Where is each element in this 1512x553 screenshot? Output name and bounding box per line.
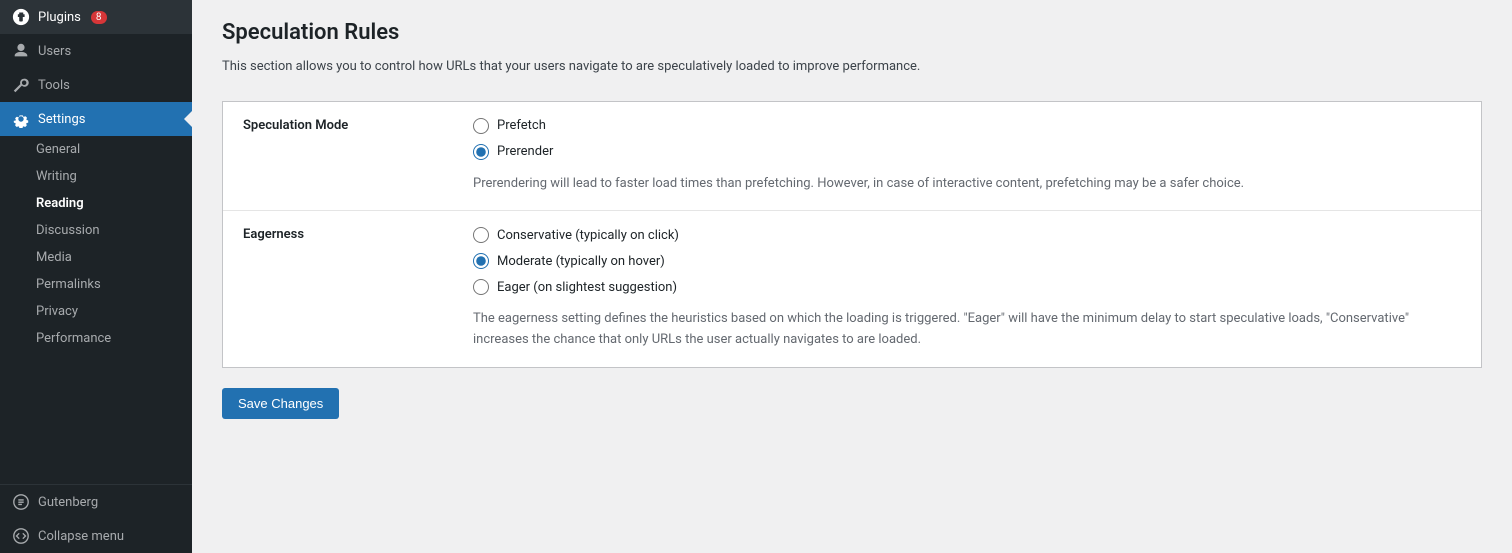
- save-changes-button[interactable]: Save Changes: [222, 388, 339, 419]
- page-title: Speculation Rules: [222, 20, 1482, 45]
- conservative-label: Conservative (typically on click): [497, 228, 679, 243]
- page-description: This section allows you to control how U…: [222, 57, 1482, 77]
- moderate-label: Moderate (typically on hover): [497, 254, 665, 269]
- speculation-mode-section: Speculation Mode Prefetch Prerender Prer…: [223, 102, 1481, 212]
- settings-form: Speculation Mode Prefetch Prerender Prer…: [222, 101, 1482, 368]
- prefetch-label: Prefetch: [497, 118, 546, 133]
- users-icon: [12, 42, 30, 60]
- submenu-item-privacy[interactable]: Privacy: [0, 298, 192, 325]
- eager-radio[interactable]: [473, 279, 489, 295]
- collapse-label: Collapse menu: [38, 529, 124, 544]
- prefetch-radio[interactable]: [473, 118, 489, 134]
- prerender-label: Prerender: [497, 144, 553, 159]
- eager-option[interactable]: Eager (on slightest suggestion): [473, 279, 1461, 295]
- sidebar: Plugins 8 Users Tools Settings General W…: [0, 0, 192, 553]
- eagerness-fields: Conservative (typically on click) Modera…: [473, 227, 1461, 351]
- settings-icon: [12, 110, 30, 128]
- sidebar-bottom: Gutenberg Collapse menu: [0, 484, 192, 553]
- submenu-item-permalinks[interactable]: Permalinks: [0, 271, 192, 298]
- users-label: Users: [38, 44, 71, 59]
- submenu-item-general[interactable]: General: [0, 136, 192, 163]
- sidebar-item-plugins[interactable]: Plugins 8: [0, 0, 192, 34]
- eagerness-help-text: The eagerness setting defines the heuris…: [473, 309, 1461, 351]
- conservative-option[interactable]: Conservative (typically on click): [473, 227, 1461, 243]
- submenu-item-performance[interactable]: Performance: [0, 325, 192, 352]
- plugins-label: Plugins: [38, 10, 81, 25]
- submenu-item-media[interactable]: Media: [0, 244, 192, 271]
- plugins-icon: [12, 8, 30, 26]
- moderate-option[interactable]: Moderate (typically on hover): [473, 253, 1461, 269]
- sidebar-item-tools[interactable]: Tools: [0, 68, 192, 102]
- conservative-radio[interactable]: [473, 227, 489, 243]
- sidebar-item-settings[interactable]: Settings: [0, 102, 192, 136]
- eagerness-section: Eagerness Conservative (typically on cli…: [223, 211, 1481, 367]
- prefetch-option[interactable]: Prefetch: [473, 118, 1461, 134]
- eager-label: Eager (on slightest suggestion): [497, 280, 677, 295]
- main-content: Speculation Rules This section allows yo…: [192, 0, 1512, 553]
- prerender-option[interactable]: Prerender: [473, 144, 1461, 160]
- settings-label: Settings: [38, 112, 85, 127]
- collapse-icon: [12, 527, 30, 545]
- moderate-radio[interactable]: [473, 253, 489, 269]
- plugins-badge: 8: [91, 11, 107, 24]
- gutenberg-label: Gutenberg: [38, 495, 98, 510]
- settings-submenu: General Writing Reading Discussion Media…: [0, 136, 192, 352]
- sidebar-item-gutenberg[interactable]: Gutenberg: [0, 485, 192, 519]
- sidebar-item-users[interactable]: Users: [0, 34, 192, 68]
- submenu-item-writing[interactable]: Writing: [0, 163, 192, 190]
- submenu-item-discussion[interactable]: Discussion: [0, 217, 192, 244]
- gutenberg-icon: [12, 493, 30, 511]
- speculation-mode-fields: Prefetch Prerender Prerendering will lea…: [473, 118, 1461, 195]
- tools-label: Tools: [38, 78, 70, 93]
- tools-icon: [12, 76, 30, 94]
- sidebar-item-collapse[interactable]: Collapse menu: [0, 519, 192, 553]
- speculation-help-text: Prerendering will lead to faster load ti…: [473, 174, 1461, 195]
- submenu-item-reading[interactable]: Reading: [0, 190, 192, 217]
- speculation-mode-label: Speculation Mode: [243, 118, 473, 195]
- prerender-radio[interactable]: [473, 144, 489, 160]
- eagerness-label: Eagerness: [243, 227, 473, 351]
